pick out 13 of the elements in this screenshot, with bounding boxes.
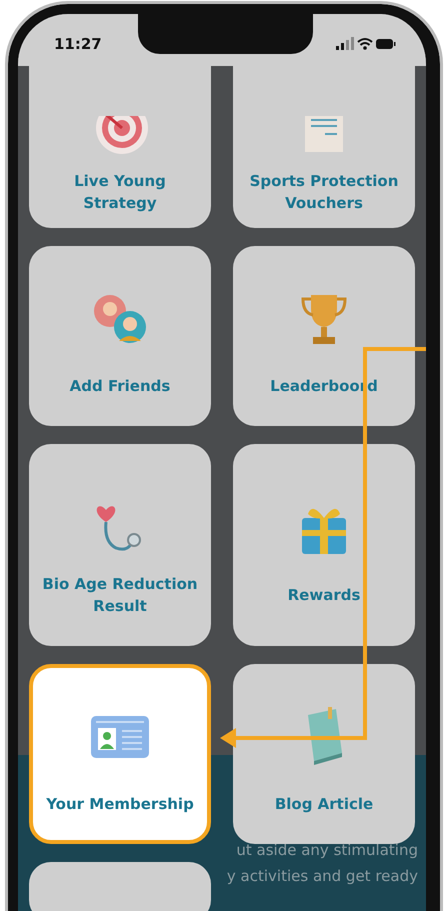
status-time: 11:27 xyxy=(54,35,102,53)
menu-tile[interactable]: Bio Age Reduction Result xyxy=(29,444,211,646)
menu-tile[interactable]: Add Friends xyxy=(29,246,211,426)
id-card-icon xyxy=(90,715,150,759)
menu-tile[interactable] xyxy=(29,862,211,911)
status-icons xyxy=(336,37,396,51)
menu-tile[interactable]: Rewards xyxy=(233,444,415,646)
menu-tile[interactable]: Live Young Strategy xyxy=(29,66,211,228)
panel-text: y activities and get ready xyxy=(226,867,418,885)
menu-tile[interactable]: Blog Article xyxy=(233,664,415,844)
menu-tile[interactable]: Sports Protection Vouchers xyxy=(233,66,415,228)
menu-tile[interactable]: Your Membership xyxy=(29,664,211,844)
panel-text: ut aside any stimulating xyxy=(236,841,418,859)
